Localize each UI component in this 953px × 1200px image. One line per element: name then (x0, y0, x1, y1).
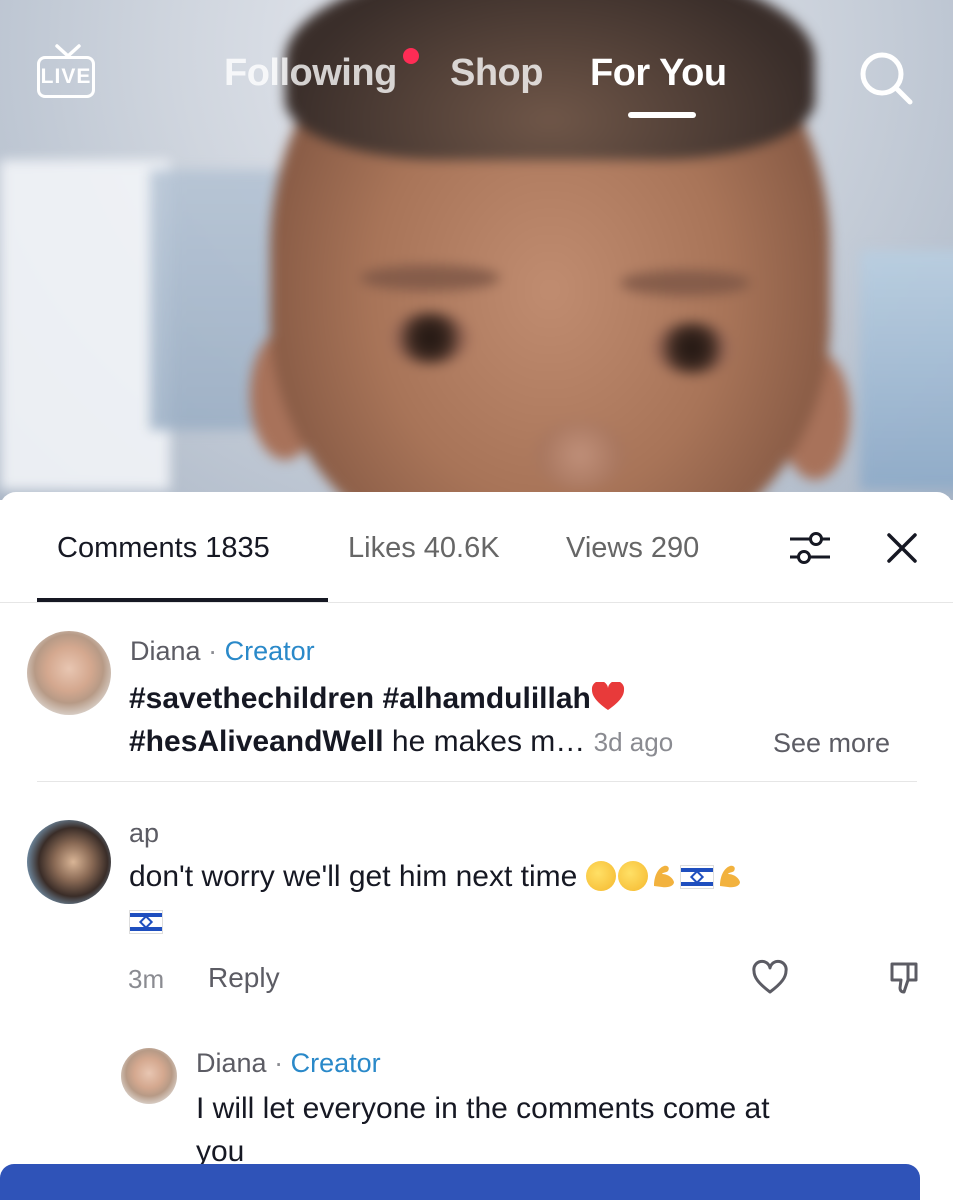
separator: · (274, 1048, 284, 1078)
hashtag[interactable]: #hesAliveandWell (129, 725, 384, 758)
see-more-link[interactable]: See more (773, 728, 890, 759)
hashtags[interactable]: #savethechildren #alhamdulillah (129, 682, 591, 715)
comment-body: don't worry we'll get him next time (129, 860, 586, 893)
comment-time: 3d ago (593, 727, 674, 757)
comment-text: don't worry we'll get him next time (129, 860, 746, 894)
comment-time: 3m (128, 964, 165, 994)
author-name[interactable]: Diana (196, 1048, 267, 1078)
reply-button[interactable]: Reply (208, 962, 280, 994)
comment-text-line2: #hesAliveandWell he makes m… 3d ago (129, 725, 673, 759)
comments-sheet: Comments 1835 Likes 40.6K Views 290 Dian… (0, 492, 953, 1200)
avatar[interactable] (27, 631, 111, 715)
israel-flag-emoji-icon (129, 910, 163, 934)
comment-text-line2 (129, 910, 165, 936)
live-label: LIVE (37, 56, 95, 98)
separator: · (208, 636, 218, 666)
tab-comments[interactable]: Comments 1835 (57, 532, 270, 565)
tab-fade (700, 522, 760, 572)
sliders-icon[interactable] (788, 530, 832, 566)
reply-author[interactable]: Diana · Creator (196, 1048, 381, 1079)
flexed-biceps-emoji-icon (653, 865, 674, 888)
avatar[interactable] (27, 820, 111, 904)
top-navigation: LIVE Following Shop For You (0, 0, 953, 140)
search-icon[interactable] (858, 50, 914, 106)
creator-badge: Creator (290, 1048, 381, 1078)
comment-text-line1: #savethechildren #alhamdulillah (129, 682, 625, 716)
israel-flag-emoji-icon (679, 865, 714, 889)
tab-following[interactable]: Following (224, 52, 397, 95)
active-sheet-tab-indicator (37, 598, 328, 602)
creator-badge: Creator (224, 636, 315, 666)
active-tab-indicator (628, 112, 696, 118)
tab-shop[interactable]: Shop (450, 52, 543, 95)
author-name[interactable]: Diana (130, 636, 201, 666)
comment-author[interactable]: Diana · Creator (130, 636, 315, 667)
live-icon[interactable]: LIVE (37, 44, 99, 102)
flexed-biceps-emoji-icon (719, 865, 740, 888)
heart-emoji-icon (591, 682, 624, 710)
laughing-emoji-icon (617, 861, 648, 891)
bottom-banner[interactable] (0, 1164, 920, 1200)
heart-icon[interactable] (750, 958, 790, 998)
avatar[interactable] (121, 1048, 177, 1104)
close-icon[interactable] (884, 530, 920, 566)
laughing-emoji-icon (585, 861, 616, 891)
sheet-tabs: Comments 1835 Likes 40.6K Views 290 (0, 492, 953, 603)
dislike-icon[interactable] (884, 958, 924, 998)
divider (37, 781, 917, 782)
comment-author[interactable]: ap (129, 818, 159, 849)
reply-text-line1: I will let everyone in the comments come… (196, 1092, 770, 1125)
notification-dot (403, 48, 419, 64)
tab-likes[interactable]: Likes 40.6K (348, 532, 500, 565)
comment-snippet: he makes m… (383, 725, 586, 758)
tab-for-you[interactable]: For You (590, 52, 727, 95)
